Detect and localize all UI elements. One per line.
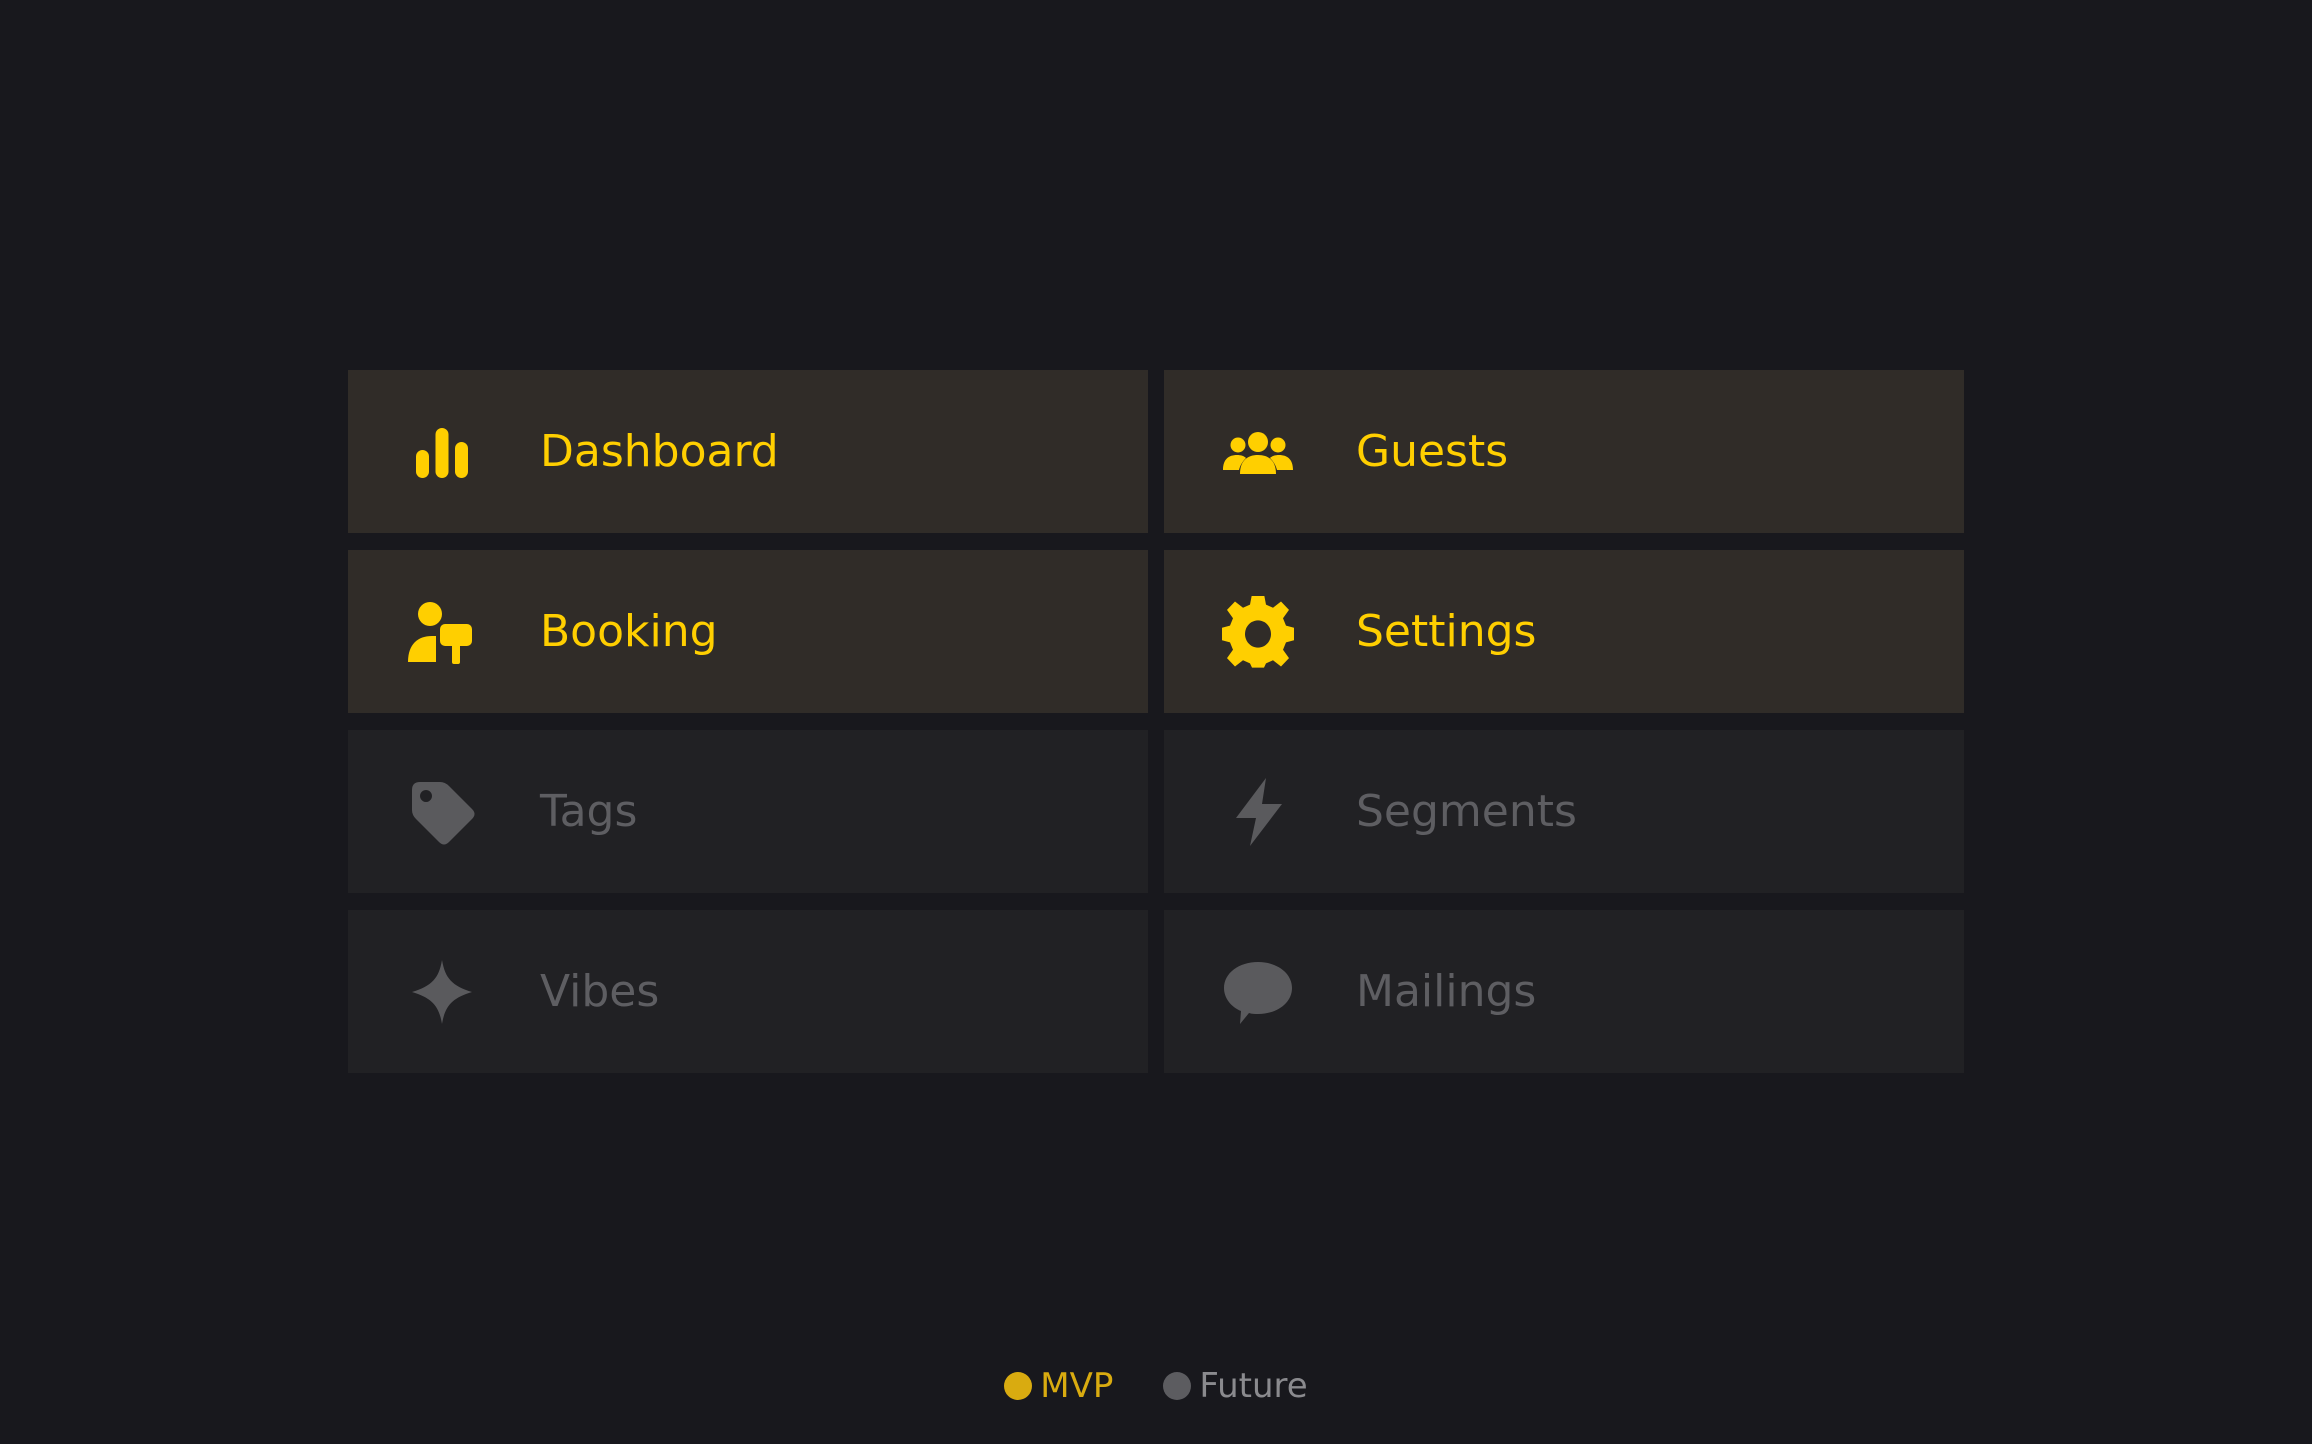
future-dot-icon — [1163, 1372, 1192, 1400]
person-sign-icon — [406, 596, 478, 668]
legend-item-mvp: MVP — [1004, 1366, 1113, 1406]
tile-booking[interactable]: Booking — [348, 550, 1148, 713]
tile-label: Guests — [1356, 425, 1509, 477]
legend: MVP Future — [0, 1366, 2312, 1406]
tile-segments[interactable]: Segments — [1164, 730, 1964, 893]
tile-label: Vibes — [540, 965, 660, 1017]
sparkle-icon — [406, 956, 478, 1028]
legend-label-mvp: MVP — [1040, 1366, 1114, 1406]
tile-settings[interactable]: Settings — [1164, 550, 1964, 713]
tile-vibes[interactable]: Vibes — [348, 910, 1148, 1073]
bar-chart-icon — [406, 416, 478, 488]
tile-label: Mailings — [1356, 965, 1537, 1017]
legend-label-future: Future — [1199, 1366, 1308, 1406]
tile-mailings[interactable]: Mailings — [1164, 910, 1964, 1073]
mvp-dot-icon — [1004, 1372, 1033, 1400]
tile-label: Segments — [1356, 785, 1577, 837]
tile-label: Settings — [1356, 605, 1537, 657]
gear-icon — [1222, 595, 1294, 668]
tile-dashboard[interactable]: Dashboard — [348, 370, 1148, 533]
tile-label: Booking — [540, 605, 718, 657]
tile-label: Tags — [540, 785, 638, 837]
speech-bubble-icon — [1222, 956, 1294, 1028]
lightning-icon — [1222, 776, 1294, 848]
tile-tags[interactable]: Tags — [348, 730, 1148, 893]
tile-guests[interactable]: Guests — [1164, 370, 1964, 533]
users-group-icon — [1222, 416, 1294, 488]
tile-label: Dashboard — [540, 425, 779, 477]
legend-item-future: Future — [1163, 1366, 1308, 1406]
tag-icon — [406, 776, 478, 848]
